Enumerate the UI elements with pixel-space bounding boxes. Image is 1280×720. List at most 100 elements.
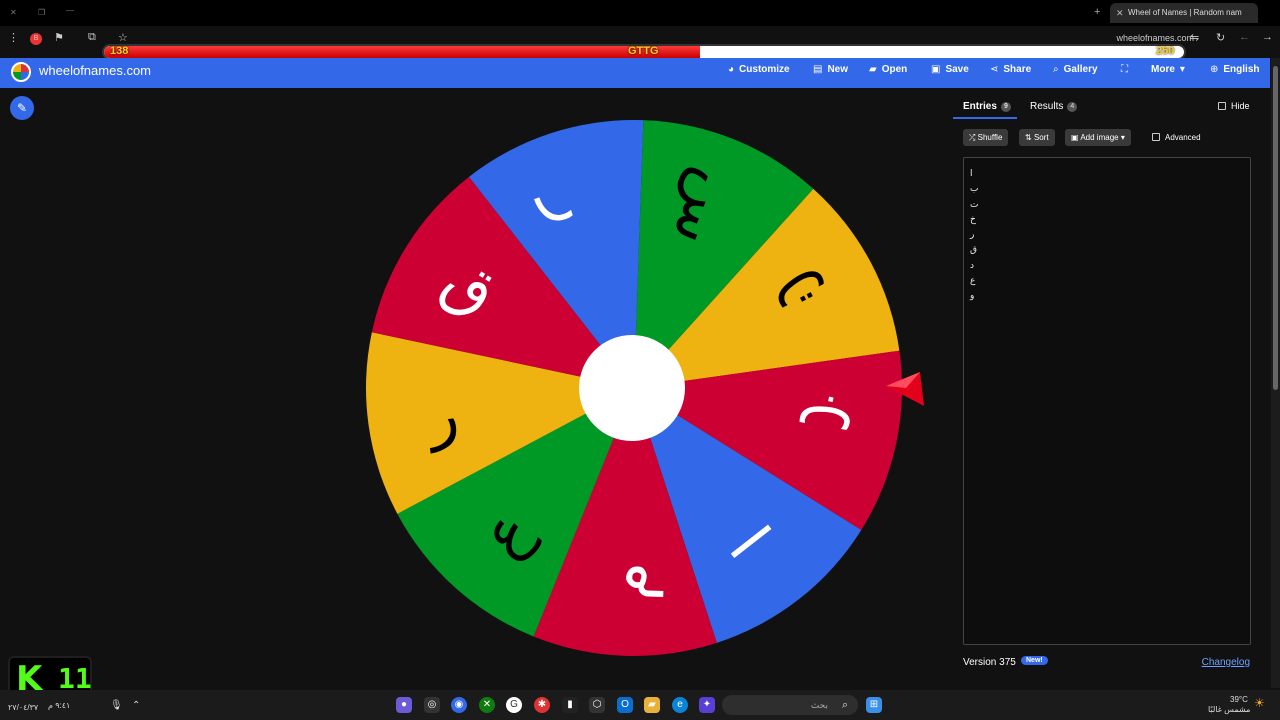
google-icon[interactable]: G [506,697,522,713]
nav-label: Gallery [1063,64,1098,75]
reload-icon[interactable]: ↻ [1216,31,1225,44]
browser-tab[interactable]: ✕ Wheel of Names | Random nam [1110,3,1258,23]
new-badge[interactable]: New! [1021,656,1048,665]
wheel-segment-label: م [590,560,664,601]
palette-icon: ◕ [728,64,735,75]
advanced-label: Advanced [1165,133,1201,142]
menu-dots-icon[interactable]: ⋮ [8,31,19,44]
wheel-center[interactable] [579,335,685,441]
nav-more-button[interactable]: More ▾ [1151,64,1190,75]
tab-entries[interactable]: Entries 9 [963,101,1011,112]
weather-temp[interactable]: 39°C [1230,695,1248,704]
weather-sun-icon[interactable]: ☀ [1254,696,1265,710]
changelog-link[interactable]: Changelog [1202,657,1250,668]
weather-desc[interactable]: مشمس غالبًا [1208,705,1250,714]
wheel[interactable]: ستبامعرقر [364,118,904,658]
entry-item[interactable]: د [970,258,1244,273]
edge-icon[interactable]: e [672,697,688,713]
shuffle-label: Shuffle [977,133,1003,142]
copy-icon[interactable]: ⧉ [88,31,96,44]
nav-fullscreen-button[interactable]: ⛶ [1121,64,1133,75]
taskbar-app-icon[interactable]: ◎ [424,697,440,713]
nav-label: New [827,64,849,75]
shuffle-button[interactable]: ⤮ Shuffle [963,129,1009,146]
taskbar-date: ٢٧/٠٤/٣٧ [8,703,39,712]
back-icon[interactable]: ← [1239,31,1250,43]
search-icon: ⌕ [842,699,849,711]
hide-checkbox-box[interactable] [1218,102,1226,110]
image-icon: ▣ [1071,133,1081,142]
new-tab-icon[interactable]: + [1094,6,1100,18]
taskbar-app-icon[interactable]: ⬡ [589,697,605,713]
nav-label: English [1223,64,1260,75]
file-explorer-icon[interactable]: ▰ [644,697,660,713]
entry-item[interactable]: خ [970,212,1244,227]
sort-button[interactable]: ⇅ Sort [1019,129,1055,146]
bookmark-star-icon[interactable]: ☆ [118,31,128,44]
forward-icon[interactable]: → [1262,31,1273,43]
edit-pencil-icon[interactable]: ✎ [10,96,34,120]
entry-item[interactable]: ر [970,227,1244,242]
taskbar-app-icon[interactable]: ● [396,697,412,713]
hp-bar-fill [104,46,701,58]
hide-label: Hide [1231,101,1250,111]
copilot-icon[interactable]: ✦ [699,697,715,713]
add-image-label: Add image [1080,133,1119,142]
scrollbar-thumb[interactable] [1273,66,1278,390]
active-tab-indicator [953,117,1017,119]
nav-customize-button[interactable]: ◕ Customize [728,64,790,75]
shuffle-icon: ⤮ [969,133,978,142]
entry-item[interactable]: ب [970,181,1244,196]
tab-results[interactable]: Results 4 [1030,101,1078,112]
microphone-icon[interactable]: 🎙 [110,700,123,711]
outlook-icon[interactable]: O [617,697,633,713]
entries-textarea[interactable]: ابتخرقدعو [963,157,1251,645]
hp-right-value: 250 [1156,45,1175,57]
nav-share-button[interactable]: ⋖ Share [990,64,1031,75]
advanced-checkbox-box[interactable] [1152,133,1160,141]
hp-left-value: 138 [110,45,129,57]
sort-label: Sort [1033,133,1049,142]
tray-chevron-up-icon[interactable]: ⌃ [132,700,140,711]
entry-item[interactable]: ق [970,242,1244,257]
entry-item[interactable]: و [970,288,1244,303]
entry-item[interactable]: ا [970,166,1244,181]
close-window-icon[interactable]: ✕ [10,8,17,17]
url-text[interactable]: wheelofnames.com [1116,33,1194,43]
wheel-logo-icon[interactable] [11,62,31,82]
entry-item[interactable]: ع [970,273,1244,288]
tab-search-icon[interactable]: ⚑ [54,31,64,44]
site-settings-icon[interactable]: ⇋ [1190,31,1199,44]
entries-count-badge: 9 [1000,102,1011,112]
chrome-icon[interactable]: ◉ [451,697,467,713]
windows-start-icon[interactable]: ⊞ [866,697,882,713]
nav-save-button[interactable]: ▣ Save [931,64,969,75]
add-image-button[interactable]: ▣ Add image ▾ [1065,129,1131,146]
hide-checkbox[interactable]: Hide [1218,101,1250,111]
advanced-checkbox[interactable]: Advanced [1146,129,1207,146]
xbox-icon[interactable]: ✕ [479,697,495,713]
taskbar-app-icon[interactable]: ▮ [562,697,578,713]
nav-gallery-button[interactable]: ⌕ Gallery [1053,64,1098,75]
nav-new-button[interactable]: ▤ New [813,64,848,75]
nav-open-button[interactable]: ▰ Open [869,64,907,75]
taskbar [0,690,1280,720]
version-text: Version 375 [963,657,1016,668]
opera-icon[interactable]: ✱ [534,697,550,713]
site-name[interactable]: wheelofnames.com [39,63,151,78]
file-icon: ▤ [813,64,823,75]
entry-item[interactable]: ت [970,197,1244,212]
wheel-pointer-icon [886,372,924,406]
results-count-badge: 4 [1067,102,1078,112]
nav-label: Customize [739,64,790,75]
close-tab-icon[interactable]: ✕ [1116,3,1124,23]
globe-icon: ⊕ [1210,64,1219,75]
nav-english-button[interactable]: ⊕ English [1210,64,1260,75]
taskbar-search[interactable]: بحث [722,695,858,715]
chevron-down-icon: ▾ [1118,133,1125,142]
tab-entries-label: Entries [963,101,997,112]
nav-label: Share [1003,64,1032,75]
restore-window-icon[interactable]: ❐ [38,8,45,17]
minimize-window-icon[interactable]: — [66,6,74,15]
extension-icon[interactable]: B [30,33,42,45]
